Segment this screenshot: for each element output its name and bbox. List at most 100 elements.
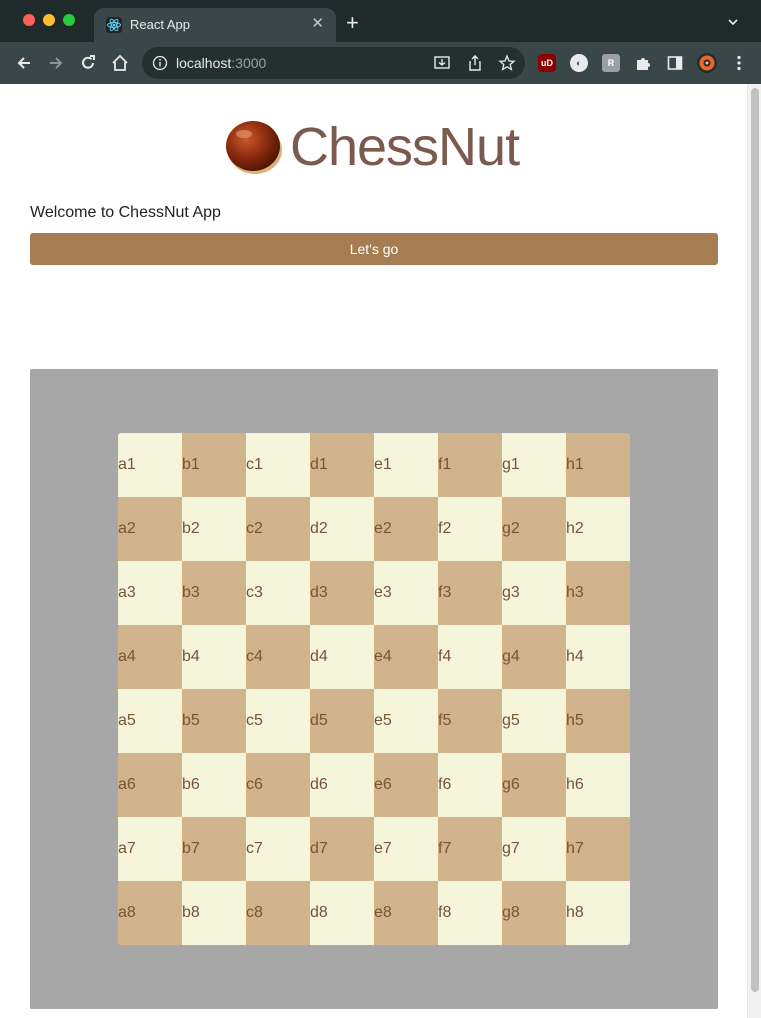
board-square-b6[interactable]: b6 <box>182 753 246 817</box>
lets-go-button[interactable]: Let's go <box>30 233 718 265</box>
board-square-g5[interactable]: g5 <box>502 689 566 753</box>
install-app-icon[interactable] <box>431 52 453 74</box>
react-icon <box>106 17 122 33</box>
board-square-c3[interactable]: c3 <box>246 561 310 625</box>
board-square-h1[interactable]: h1 <box>566 433 630 497</box>
board-square-b2[interactable]: b2 <box>182 497 246 561</box>
page-content: ChessNut Welcome to ChessNut App Let's g… <box>2 84 747 1018</box>
board-square-e2[interactable]: e2 <box>374 497 438 561</box>
board-square-b3[interactable]: b3 <box>182 561 246 625</box>
board-square-f8[interactable]: f8 <box>438 881 502 945</box>
address-bar[interactable]: localhost:3000 <box>142 47 525 79</box>
tab-react-app[interactable]: React App ✕ <box>94 8 336 42</box>
board-square-g7[interactable]: g7 <box>502 817 566 881</box>
board-square-g3[interactable]: g3 <box>502 561 566 625</box>
ext-circle-icon[interactable]: ◐ <box>570 54 588 72</box>
board-square-b1[interactable]: b1 <box>182 433 246 497</box>
board-square-d3[interactable]: d3 <box>310 561 374 625</box>
board-square-d1[interactable]: d1 <box>310 433 374 497</box>
board-square-c1[interactable]: c1 <box>246 433 310 497</box>
new-tab-button[interactable]: + <box>346 12 359 34</box>
more-menu-icon[interactable] <box>728 52 750 74</box>
maximize-window-button[interactable] <box>63 14 75 26</box>
board-square-d4[interactable]: d4 <box>310 625 374 689</box>
board-square-e6[interactable]: e6 <box>374 753 438 817</box>
board-square-c5[interactable]: c5 <box>246 689 310 753</box>
board-square-e8[interactable]: e8 <box>374 881 438 945</box>
board-square-h3[interactable]: h3 <box>566 561 630 625</box>
board-square-b8[interactable]: b8 <box>182 881 246 945</box>
url-text: localhost:3000 <box>176 55 267 71</box>
board-square-d2[interactable]: d2 <box>310 497 374 561</box>
board-square-h5[interactable]: h5 <box>566 689 630 753</box>
browser-window: React App ✕ + localhost:3000 uD ◐ R Ches… <box>0 0 761 1018</box>
board-square-a3[interactable]: a3 <box>118 561 182 625</box>
board-square-e5[interactable]: e5 <box>374 689 438 753</box>
board-square-h8[interactable]: h8 <box>566 881 630 945</box>
board-square-a2[interactable]: a2 <box>118 497 182 561</box>
board-square-g1[interactable]: g1 <box>502 433 566 497</box>
board-square-a4[interactable]: a4 <box>118 625 182 689</box>
chess-board: a1 b1 c1 d1 e1 f1 g1 h1 a2 b2 c2 d2 e2 f2 g2 h2 a3 b3 c3 d3… <box>118 433 630 945</box>
close-window-button[interactable] <box>23 14 35 26</box>
sidebar-icon[interactable] <box>664 52 686 74</box>
scrollbar-thumb[interactable] <box>751 88 759 992</box>
board-square-c2[interactable]: c2 <box>246 497 310 561</box>
board-square-e3[interactable]: e3 <box>374 561 438 625</box>
board-square-h7[interactable]: h7 <box>566 817 630 881</box>
board-square-d8[interactable]: d8 <box>310 881 374 945</box>
share-icon[interactable] <box>464 52 486 74</box>
board-square-d5[interactable]: d5 <box>310 689 374 753</box>
board-square-a8[interactable]: a8 <box>118 881 182 945</box>
info-icon[interactable] <box>152 55 168 71</box>
board-square-g6[interactable]: g6 <box>502 753 566 817</box>
board-square-c4[interactable]: c4 <box>246 625 310 689</box>
board-square-a5[interactable]: a5 <box>118 689 182 753</box>
ext-r-icon[interactable]: R <box>602 54 620 72</box>
board-square-a7[interactable]: a7 <box>118 817 182 881</box>
board-square-f3[interactable]: f3 <box>438 561 502 625</box>
board-square-h6[interactable]: h6 <box>566 753 630 817</box>
home-icon[interactable] <box>109 52 131 74</box>
board-square-b7[interactable]: b7 <box>182 817 246 881</box>
board-square-e1[interactable]: e1 <box>374 433 438 497</box>
board-square-c7[interactable]: c7 <box>246 817 310 881</box>
tab-strip: React App ✕ + <box>0 0 761 42</box>
board-square-f7[interactable]: f7 <box>438 817 502 881</box>
board-square-g2[interactable]: g2 <box>502 497 566 561</box>
board-square-h2[interactable]: h2 <box>566 497 630 561</box>
board-square-a6[interactable]: a6 <box>118 753 182 817</box>
board-square-b5[interactable]: b5 <box>182 689 246 753</box>
board-square-c8[interactable]: c8 <box>246 881 310 945</box>
puzzle-icon[interactable] <box>632 52 654 74</box>
board-square-f1[interactable]: f1 <box>438 433 502 497</box>
forward-icon[interactable] <box>45 52 67 74</box>
board-square-a1[interactable]: a1 <box>118 433 182 497</box>
board-square-g4[interactable]: g4 <box>502 625 566 689</box>
board-square-e4[interactable]: e4 <box>374 625 438 689</box>
vertical-scrollbar[interactable] <box>747 84 761 1018</box>
bookmark-star-icon[interactable] <box>496 52 518 74</box>
board-square-e7[interactable]: e7 <box>374 817 438 881</box>
board-square-d7[interactable]: d7 <box>310 817 374 881</box>
chessnut-logo: ChessNut <box>222 116 542 180</box>
profile-avatar-icon[interactable] <box>696 52 718 74</box>
board-square-h4[interactable]: h4 <box>566 625 630 689</box>
back-icon[interactable] <box>13 52 35 74</box>
board-square-f5[interactable]: f5 <box>438 689 502 753</box>
reload-icon[interactable] <box>77 52 99 74</box>
ublock-icon[interactable]: uD <box>538 54 556 72</box>
board-square-f4[interactable]: f4 <box>438 625 502 689</box>
board-square-c6[interactable]: c6 <box>246 753 310 817</box>
tab-close-icon[interactable]: ✕ <box>311 15 324 33</box>
board-square-g8[interactable]: g8 <box>502 881 566 945</box>
board-square-f2[interactable]: f2 <box>438 497 502 561</box>
board-square-d6[interactable]: d6 <box>310 753 374 817</box>
chevron-down-icon[interactable] <box>727 16 739 28</box>
board-square-f6[interactable]: f6 <box>438 753 502 817</box>
minimize-window-button[interactable] <box>43 14 55 26</box>
chestnut-icon <box>226 121 282 174</box>
tab-title: React App <box>130 17 190 32</box>
board-square-b4[interactable]: b4 <box>182 625 246 689</box>
browser-toolbar: localhost:3000 uD ◐ R <box>0 42 761 84</box>
